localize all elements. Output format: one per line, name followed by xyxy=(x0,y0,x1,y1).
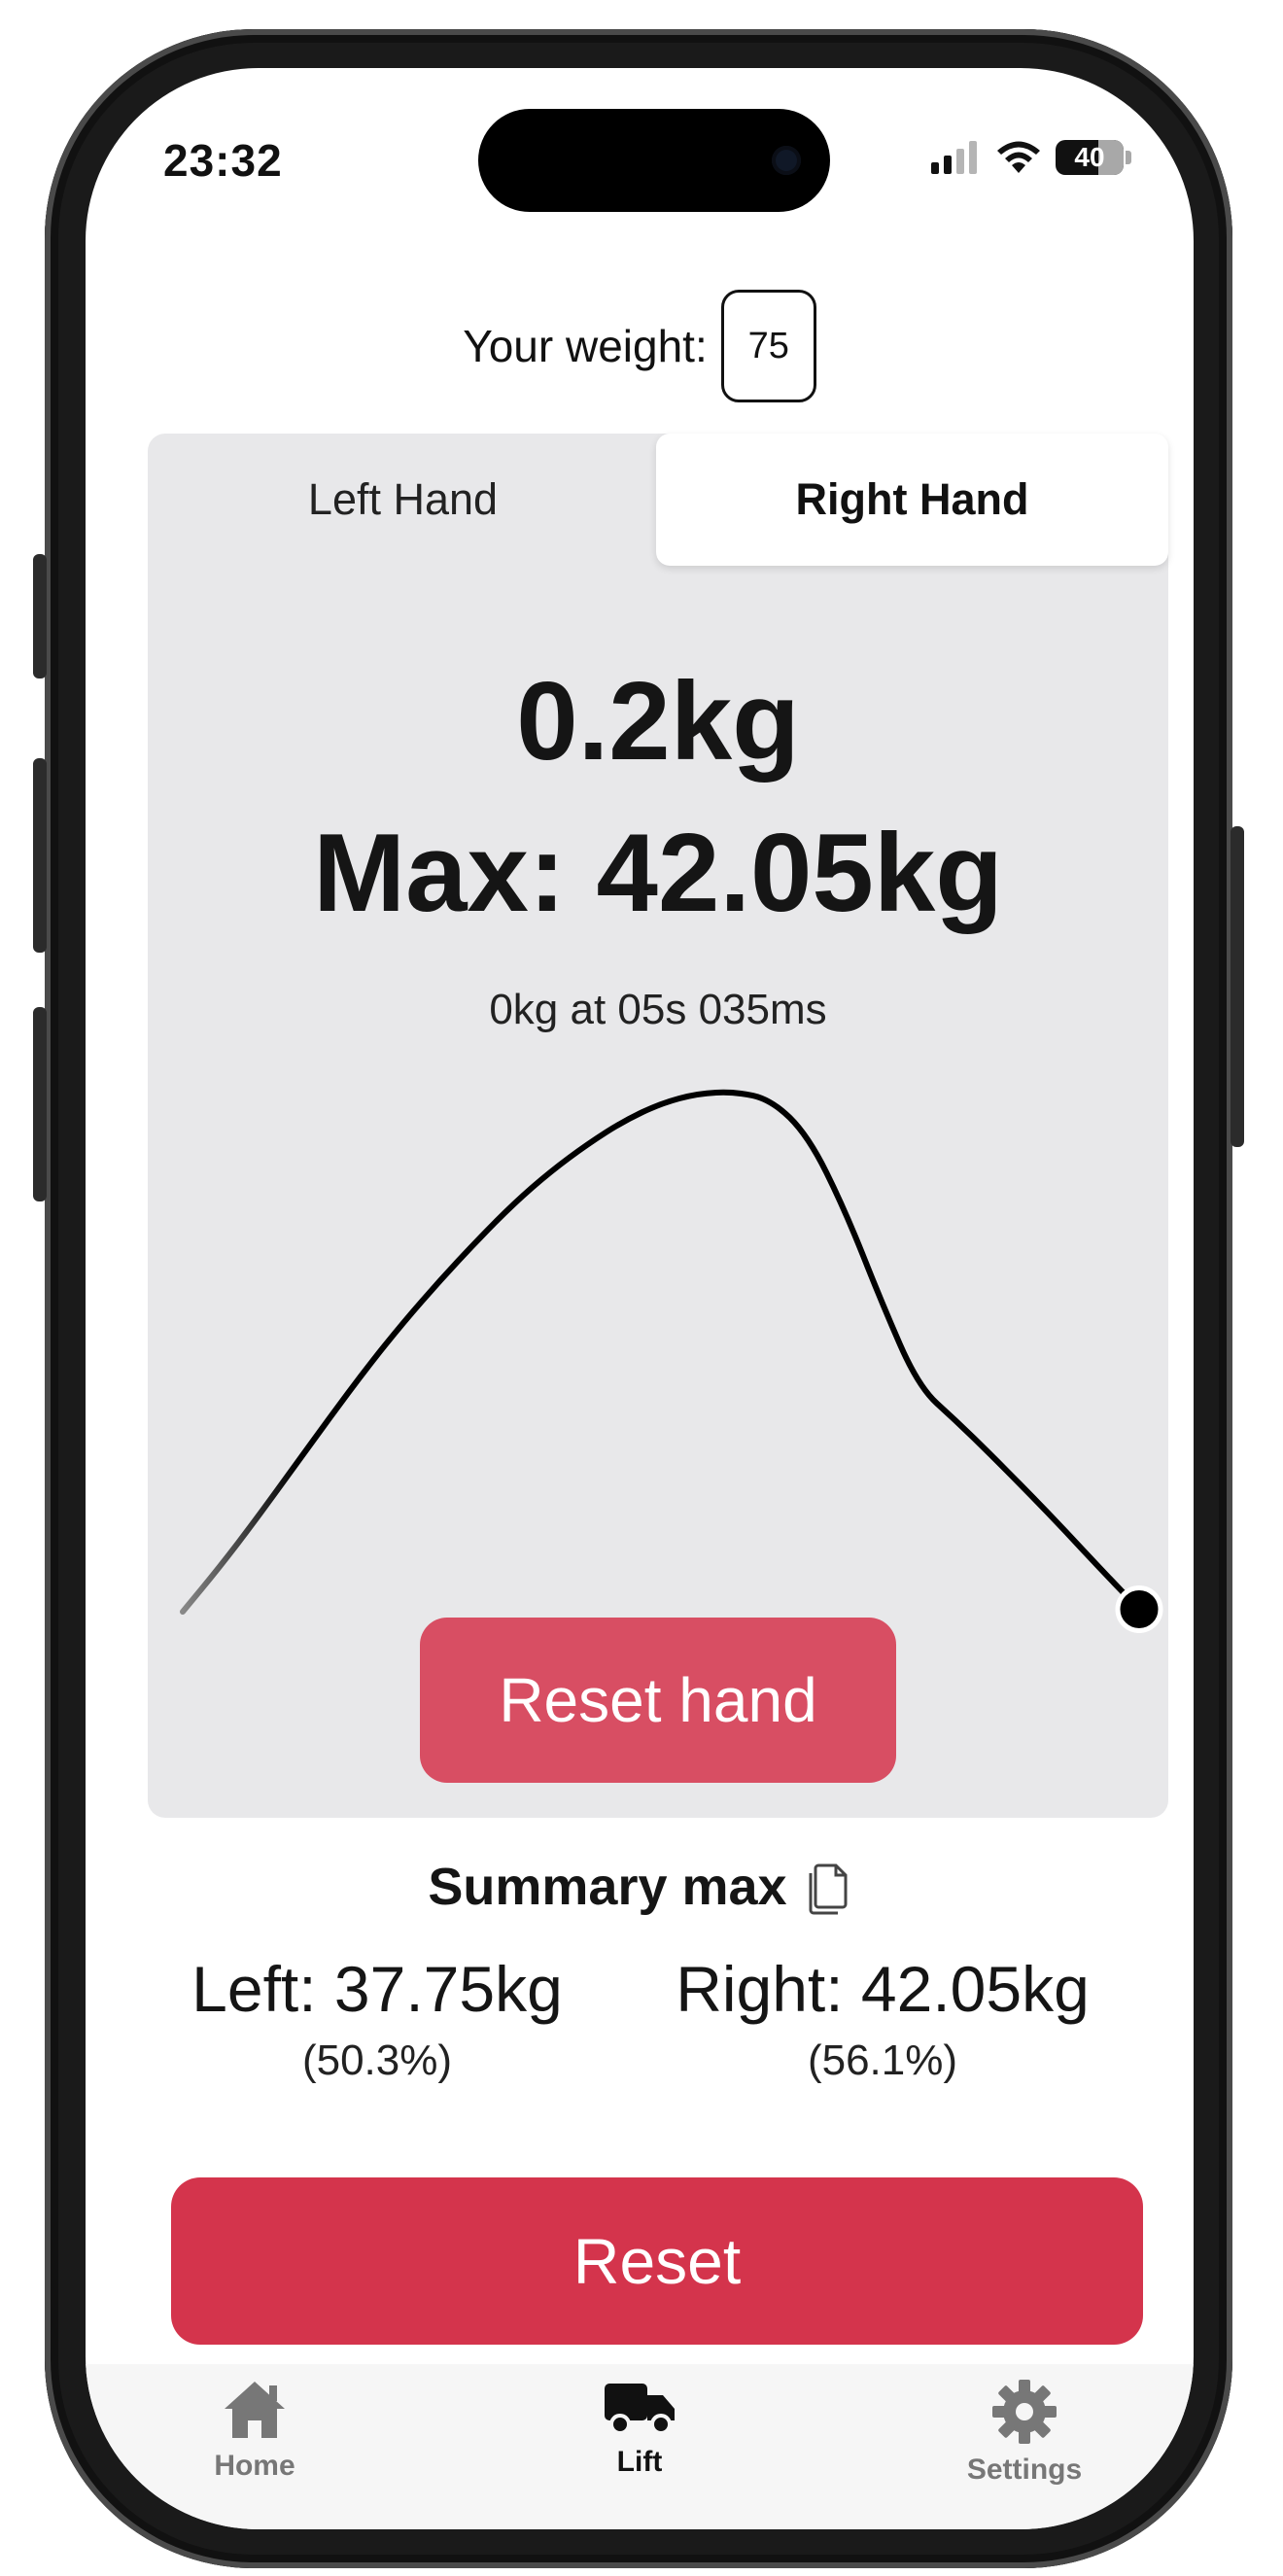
volume-down-button xyxy=(33,1007,47,1201)
weight-input[interactable] xyxy=(720,290,816,402)
status-icons: 40 xyxy=(931,140,1131,175)
truck-icon xyxy=(605,2384,675,2435)
summary-right-percent: (56.1%) xyxy=(807,2036,958,2084)
cursor-readout: 0kg at 05s 035ms xyxy=(489,986,827,1033)
weight-row: Your weight: xyxy=(86,290,1194,402)
weight-label: Your weight: xyxy=(463,321,708,371)
house-icon xyxy=(225,2382,285,2438)
cursor-point-marker[interactable] xyxy=(1115,1584,1163,1633)
measurement-panel: Left Hand Right Hand 0.2kg Max: 42.05kg … xyxy=(148,434,1168,1818)
tab-left-hand[interactable]: Left Hand xyxy=(148,434,658,566)
tab-settings-label: Settings xyxy=(966,2454,1083,2486)
signal-icon xyxy=(931,141,977,174)
current-weight: 0.2kg xyxy=(516,660,800,783)
copy-icon[interactable] xyxy=(805,1858,851,1916)
action-button xyxy=(33,554,47,679)
battery-icon: 40 xyxy=(1056,140,1124,175)
power-button xyxy=(1231,826,1244,1147)
battery-tip xyxy=(1126,151,1131,164)
summary-left-percent: (50.3%) xyxy=(301,2036,453,2084)
summary-right-value: Right: 42.05kg xyxy=(676,1953,1090,2025)
wifi-icon xyxy=(997,141,1040,173)
app-screen: 23:32 40 Your weight: Lef xyxy=(86,68,1194,2529)
summary-title: Summary max xyxy=(428,1858,787,1916)
summary-right: Right: 42.05kg (56.1%) xyxy=(640,1954,1126,2085)
bottom-tab-bar: Home Lift Settings xyxy=(86,2364,1194,2529)
camera-icon xyxy=(772,146,801,175)
tab-home[interactable]: Home xyxy=(157,2378,352,2483)
force-chart xyxy=(180,1089,1163,1633)
tab-lift[interactable]: Lift xyxy=(542,2378,737,2479)
gear-icon xyxy=(992,2380,1057,2444)
summary-left-value: Left: 37.75kg xyxy=(191,1953,563,2025)
reset-button[interactable]: Reset xyxy=(171,2177,1143,2345)
force-series-line xyxy=(180,1089,1142,1615)
tab-right-hand[interactable]: Right Hand xyxy=(656,434,1168,566)
summary-header: Summary max xyxy=(86,1857,1194,1917)
tab-home-label: Home xyxy=(214,2450,295,2482)
tab-lift-label: Lift xyxy=(616,2446,663,2478)
status-time: 23:32 xyxy=(163,135,283,186)
dynamic-island xyxy=(478,109,830,212)
summary-left: Left: 37.75kg (50.3%) xyxy=(154,1954,601,2085)
reset-hand-button[interactable]: Reset hand xyxy=(420,1618,896,1783)
tab-settings[interactable]: Settings xyxy=(927,2378,1122,2487)
battery-level: 40 xyxy=(1074,142,1105,172)
volume-up-button xyxy=(33,758,47,953)
phone-frame: 23:32 40 Your weight: Lef xyxy=(0,0,1283,2576)
max-weight: Max: 42.05kg xyxy=(313,812,1003,935)
